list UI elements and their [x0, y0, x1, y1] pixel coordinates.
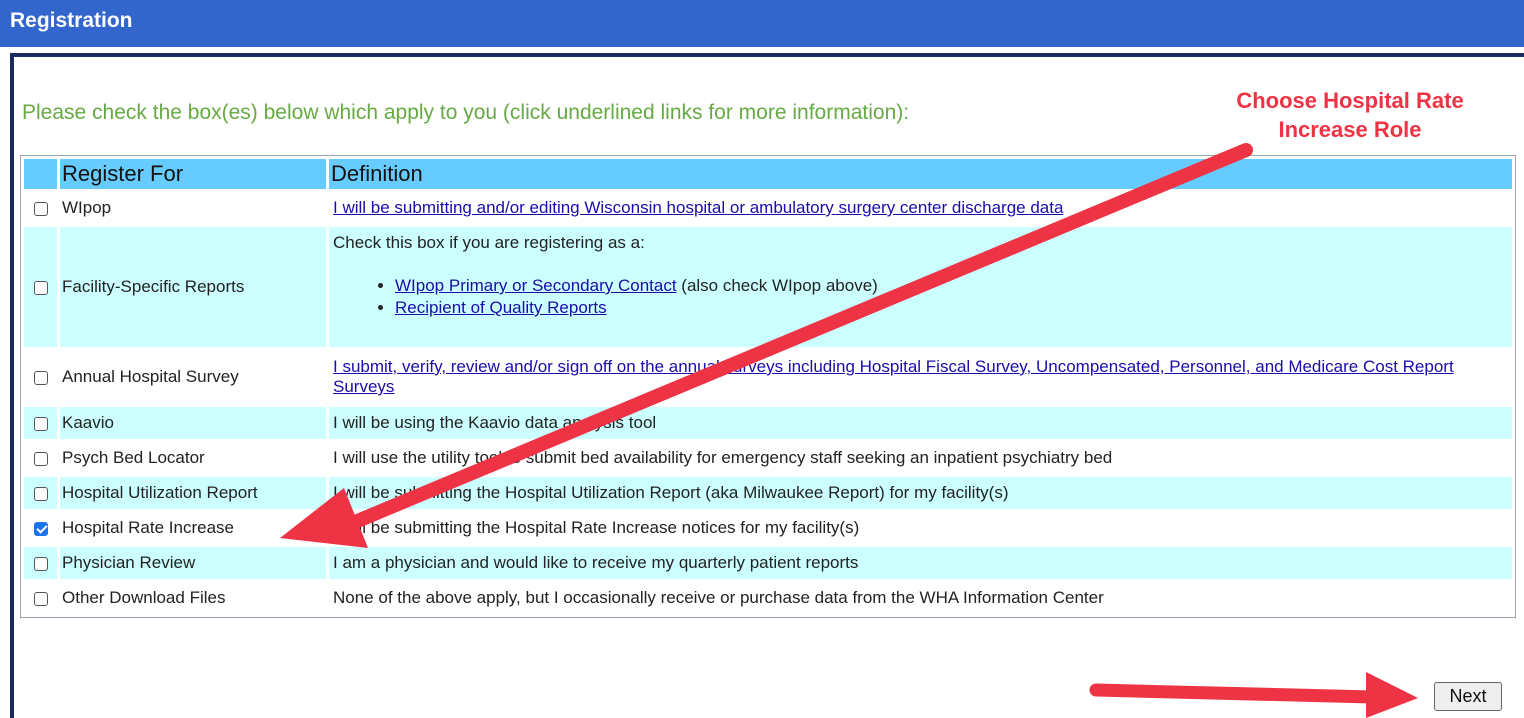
arrow-to-next-button [1089, 672, 1418, 718]
annotation-line-1: Choose Hospital Rate [1236, 88, 1464, 113]
table-row: Kaavio I will be using the Kaavio data a… [24, 407, 1512, 439]
column-header-definition: Definition [329, 159, 1512, 189]
checkbox-other-download-files[interactable] [33, 591, 48, 606]
column-header-register-for: Register For [60, 159, 326, 189]
table-row: Other Download Files None of the above a… [24, 582, 1512, 614]
checkbox-psych-bed-locator[interactable] [33, 451, 48, 466]
table-row: Hospital Rate Increase I will be submitt… [24, 512, 1512, 544]
table-row: Psych Bed Locator I will use the utility… [24, 442, 1512, 474]
list-item: WIpop Primary or Secondary Contact (also… [395, 275, 1508, 297]
definition-hospital-rate-increase: I will be submitting the Hospital Rate I… [329, 512, 1512, 544]
role-name-kaavio: Kaavio [60, 407, 326, 439]
checkbox-hospital-utilization-report[interactable] [33, 486, 48, 501]
role-name-annual-hospital-survey: Annual Hospital Survey [60, 350, 326, 404]
definition-link-annual-hospital-survey[interactable]: I submit, verify, review and/or sign off… [333, 357, 1454, 396]
role-name-hospital-rate-increase: Hospital Rate Increase [60, 512, 326, 544]
facility-reports-list: WIpop Primary or Secondary Contact (also… [333, 275, 1508, 319]
facility-reports-intro: Check this box if you are registering as… [333, 233, 645, 252]
table-row: WIpop I will be submitting and/or editin… [24, 192, 1512, 224]
annotation-line-2: Increase Role [1278, 117, 1422, 142]
role-name-hospital-utilization-report: Hospital Utilization Report [60, 477, 326, 509]
definition-hospital-utilization-report: I will be submitting the Hospital Utiliz… [329, 477, 1512, 509]
frame-border-left [10, 53, 14, 718]
definition-other-download-files: None of the above apply, but I occasiona… [329, 582, 1512, 614]
checkbox-physician-review[interactable] [33, 556, 48, 571]
role-name-facility-specific-reports: Facility-Specific Reports [60, 227, 326, 347]
checkbox-annual-hospital-survey[interactable] [33, 370, 48, 385]
checkbox-kaavio[interactable] [33, 416, 48, 431]
registration-header: Registration [0, 0, 1524, 47]
checkbox-wipop[interactable] [33, 201, 48, 216]
table-row: Facility-Specific Reports Check this box… [24, 227, 1512, 347]
annotation-callout: Choose Hospital Rate Increase Role [1170, 86, 1524, 144]
link-recipient-quality-reports[interactable]: Recipient of Quality Reports [395, 298, 607, 317]
table-row: Physician Review I am a physician and wo… [24, 547, 1512, 579]
table-header-row: Register For Definition [24, 159, 1512, 189]
list-item-suffix: (also check WIpop above) [676, 276, 878, 295]
checkbox-column-header [24, 159, 57, 189]
role-name-other-download-files: Other Download Files [60, 582, 326, 614]
checkbox-facility-specific-reports[interactable] [33, 280, 48, 295]
definition-kaavio: I will be using the Kaavio data analysis… [329, 407, 1512, 439]
page-title: Registration [10, 9, 133, 32]
definition-psych-bed-locator: I will use the utility tool to submit be… [329, 442, 1512, 474]
checkbox-hospital-rate-increase[interactable] [33, 521, 48, 536]
registration-roles-table: Register For Definition WIpop I will be … [20, 155, 1516, 618]
table-row: Annual Hospital Survey I submit, verify,… [24, 350, 1512, 404]
definition-physician-review: I am a physician and would like to recei… [329, 547, 1512, 579]
role-name-physician-review: Physician Review [60, 547, 326, 579]
next-button[interactable]: Next [1434, 682, 1502, 711]
instructions-text: Please check the box(es) below which app… [22, 101, 910, 124]
frame-border-top [10, 53, 1524, 57]
table-row: Hospital Utilization Report I will be su… [24, 477, 1512, 509]
link-wipop-primary-secondary-contact[interactable]: WIpop Primary or Secondary Contact [395, 276, 677, 295]
list-item: Recipient of Quality Reports [395, 297, 1508, 319]
role-name-wipop: WIpop [60, 192, 326, 224]
role-name-psych-bed-locator: Psych Bed Locator [60, 442, 326, 474]
definition-link-wipop[interactable]: I will be submitting and/or editing Wisc… [333, 198, 1063, 217]
